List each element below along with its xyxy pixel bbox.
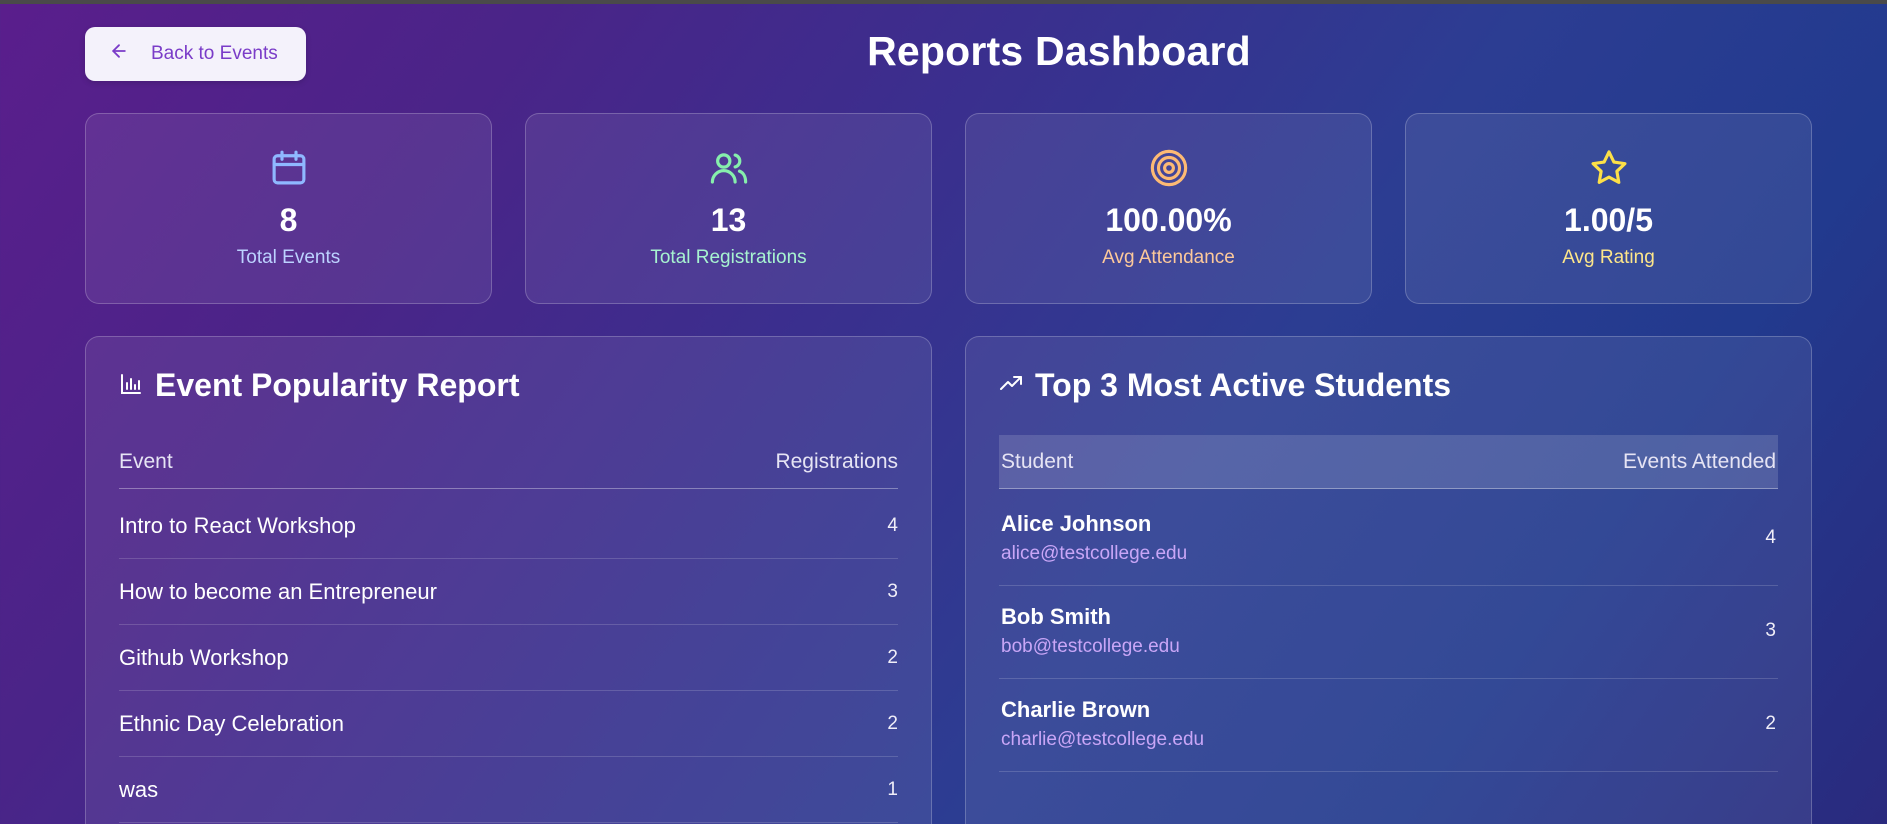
events-attended-count: 4 <box>1765 527 1776 548</box>
trending-up-icon <box>999 367 1023 404</box>
target-icon <box>1148 147 1190 189</box>
stat-label: Avg Rating <box>1562 247 1655 268</box>
student-name: Bob Smith <box>1001 604 1111 629</box>
student-email: alice@testcollege.edu <box>1001 543 1188 564</box>
registration-count: 3 <box>887 580 898 602</box>
calendar-icon <box>268 147 310 189</box>
registration-count: 2 <box>887 712 898 734</box>
table-row: Intro to React Workshop 4 <box>119 493 898 559</box>
table-row: Github Workshop 2 <box>119 625 898 691</box>
stat-card-total-events: 8 Total Events <box>85 113 492 304</box>
stat-label: Total Events <box>236 247 341 268</box>
student-row: Charlie Brown charlie@testcollege.edu 2 <box>999 679 1778 772</box>
events-attended-count: 2 <box>1765 713 1776 734</box>
event-popularity-title: Event Popularity Report <box>119 367 520 404</box>
panel-title-text: Top 3 Most Active Students <box>1035 367 1452 403</box>
student-name: Alice Johnson <box>1001 511 1152 536</box>
top-students-panel: Top 3 Most Active Students Student Event… <box>965 336 1812 824</box>
bar-chart-icon <box>119 367 143 404</box>
student-row: Alice Johnson alice@testcollege.edu 4 <box>999 493 1778 586</box>
panel-title-text: Event Popularity Report <box>155 367 520 403</box>
stat-card-total-registrations: 13 Total Registrations <box>525 113 932 304</box>
events-attended-count: 3 <box>1765 620 1776 641</box>
registration-count: 2 <box>887 646 898 668</box>
top-students-title: Top 3 Most Active Students <box>999 367 1451 404</box>
stat-value: 100.00% <box>1105 202 1232 238</box>
table-row: Ethnic Day Celebration 2 <box>119 691 898 757</box>
stat-value: 13 <box>710 202 747 238</box>
event-name: Github Workshop <box>119 644 289 670</box>
stat-card-avg-rating: 1.00/5 Avg Rating <box>1405 113 1812 304</box>
table-row: How to become an Entrepreneur 3 <box>119 559 898 625</box>
column-header-student: Student <box>1001 449 1074 473</box>
star-icon <box>1588 147 1630 189</box>
table-row: was 1 <box>119 757 898 823</box>
page-title: Reports Dashboard <box>867 28 1251 74</box>
stat-card-avg-attendance: 100.00% Avg Attendance <box>965 113 1372 304</box>
student-name: Charlie Brown <box>1001 697 1151 722</box>
table-header: Student Events Attended <box>999 435 1778 489</box>
student-row: Bob Smith bob@testcollege.edu 3 <box>999 586 1778 679</box>
table-header: Event Registrations <box>119 435 898 489</box>
stat-label: Avg Attendance <box>1102 247 1235 268</box>
column-header-event: Event <box>119 449 173 473</box>
event-name: How to become an Entrepreneur <box>119 578 437 604</box>
stat-value: 8 <box>279 202 298 238</box>
stat-label: Total Registrations <box>650 247 807 268</box>
column-header-registrations: Registrations <box>775 449 898 473</box>
window-top-border <box>0 0 1887 4</box>
event-name: Ethnic Day Celebration <box>119 710 345 736</box>
student-email: charlie@testcollege.edu <box>1001 729 1205 750</box>
column-header-events-attended: Events Attended <box>1623 449 1776 473</box>
student-email: bob@testcollege.edu <box>1001 636 1180 657</box>
users-icon <box>708 147 750 189</box>
event-popularity-panel: Event Popularity Report Event Registrati… <box>85 336 932 824</box>
event-name: was <box>119 776 159 802</box>
event-name: Intro to React Workshop <box>119 512 356 538</box>
registration-count: 4 <box>887 514 898 536</box>
stat-value: 1.00/5 <box>1564 202 1653 238</box>
registration-count: 1 <box>887 778 898 800</box>
